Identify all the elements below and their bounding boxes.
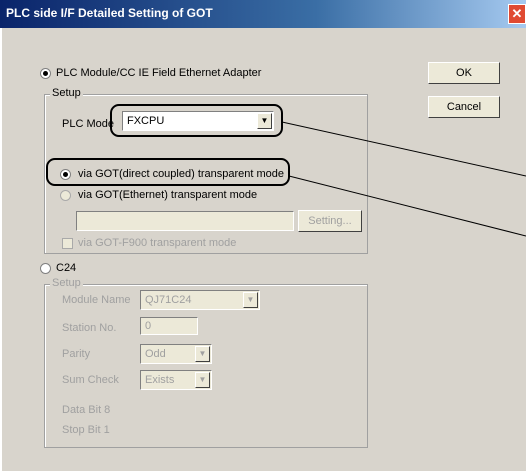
via-got-direct-leader-line: [288, 175, 526, 237]
plc-mode-leader-line: [281, 121, 526, 177]
callout-leader-lines: [281, 121, 526, 237]
